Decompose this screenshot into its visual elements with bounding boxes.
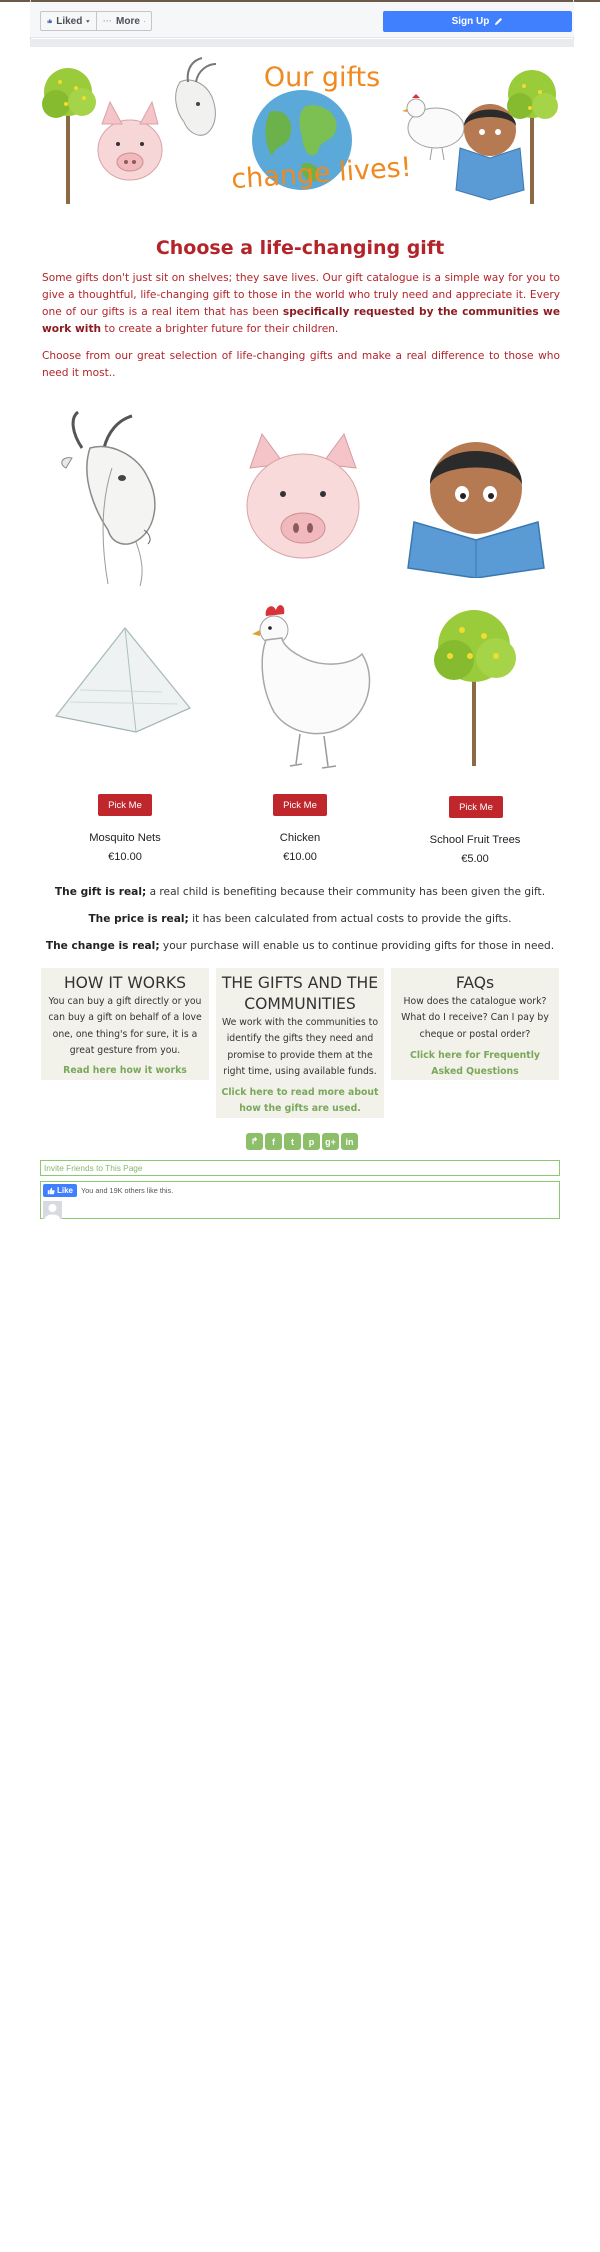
separator-band bbox=[30, 39, 574, 47]
caret-down-icon bbox=[143, 20, 145, 22]
linkedin-icon[interactable]: in bbox=[341, 1133, 358, 1150]
signup-label: Sign Up bbox=[451, 16, 490, 27]
signup-button[interactable]: Sign Up bbox=[383, 11, 572, 32]
pick-me-button-chicken[interactable]: Pick Me bbox=[273, 794, 327, 816]
like-label: Like bbox=[56, 1186, 73, 1195]
gift-price: €10.00 bbox=[283, 851, 317, 863]
pig-gift-image[interactable] bbox=[228, 428, 378, 578]
intro-paragraph: Some gifts don't just sit on shelves; th… bbox=[42, 270, 560, 338]
facebook-like-box: Like You and 19K others like this. bbox=[40, 1181, 560, 1219]
gift-price: €5.00 bbox=[461, 853, 489, 865]
statement-change-real: The change is real; your purchase will e… bbox=[40, 940, 560, 952]
goat-gift-image[interactable] bbox=[52, 408, 202, 588]
user-silhouette-icon bbox=[45, 1204, 60, 1219]
share-icons: ↱ f t p g+ in bbox=[246, 1133, 358, 1151]
statement-gift-real: The gift is real; a real child is benefi… bbox=[40, 886, 560, 898]
statement-text: it has been calculated from actual costs… bbox=[188, 913, 512, 925]
statement-text: a real child is benefiting because their… bbox=[146, 886, 546, 898]
reading-child-illustration bbox=[455, 104, 525, 201]
more-button[interactable]: ··· More bbox=[96, 11, 152, 31]
more-label: More bbox=[116, 15, 140, 27]
facebook-icon[interactable]: f bbox=[265, 1133, 282, 1150]
liked-label: Liked bbox=[56, 15, 83, 27]
goat-illustration bbox=[175, 57, 217, 136]
intro-paragraph-2: Choose from our great selection of life-… bbox=[42, 350, 560, 379]
page-title: Choose a life-changing gift bbox=[155, 237, 445, 259]
gift-name: Chicken bbox=[279, 832, 321, 844]
gift-name: Mosquito Nets bbox=[89, 832, 161, 844]
share-icon[interactable]: ↱ bbox=[246, 1133, 263, 1150]
gifts-communities-box: THE GIFTS AND THE COMMUNITIES We work wi… bbox=[216, 968, 384, 1118]
pig-illustration bbox=[97, 100, 163, 181]
ellipsis-icon: ··· bbox=[103, 16, 112, 26]
pick-me-button-fruit-trees[interactable]: Pick Me bbox=[449, 796, 503, 818]
how-it-works-link[interactable]: Read here how it works bbox=[45, 1063, 205, 1079]
statement-price-real: The price is real; it has been calculate… bbox=[40, 913, 560, 925]
chicken-gift-image[interactable] bbox=[230, 596, 378, 776]
caret-down-icon bbox=[86, 19, 90, 23]
hen-illustration-small bbox=[402, 94, 465, 161]
invite-friends-link[interactable]: Invite Friends to This Page bbox=[40, 1160, 560, 1176]
box-title: HOW IT WORKS bbox=[63, 974, 187, 992]
thumbs-up-icon bbox=[47, 18, 52, 24]
googleplus-icon[interactable]: g+ bbox=[322, 1133, 339, 1150]
box-title: THE GIFTS AND THE COMMUNITIES bbox=[221, 974, 379, 1014]
thumbs-up-icon bbox=[47, 1187, 55, 1194]
avatar[interactable] bbox=[43, 1201, 62, 1219]
reading-child-gift-image[interactable] bbox=[406, 418, 546, 578]
banner-title-line1: Our gifts bbox=[264, 62, 380, 93]
like-count-text: You and 19K others like this. bbox=[81, 1186, 174, 1195]
how-it-works-box: HOW IT WORKS You can buy a gift directly… bbox=[41, 968, 209, 1080]
twitter-icon[interactable]: t bbox=[284, 1133, 301, 1150]
box-text: We work with the communities to identify… bbox=[221, 1017, 379, 1077]
gift-price: €10.00 bbox=[108, 851, 142, 863]
pinterest-icon[interactable]: p bbox=[303, 1133, 320, 1150]
mosquito-net-gift-image[interactable] bbox=[50, 620, 200, 740]
gift-name: School Fruit Trees bbox=[429, 834, 521, 846]
faqs-box: FAQs How does the catalogue work? What d… bbox=[391, 968, 559, 1080]
facebook-page-bar: Liked ··· More Sign Up bbox=[30, 2, 574, 38]
tree-illustration-left bbox=[42, 68, 96, 204]
box-text: You can buy a gift directly or you can b… bbox=[48, 996, 202, 1056]
like-button[interactable]: Like bbox=[43, 1184, 77, 1197]
pick-me-button-mosquito-nets[interactable]: Pick Me bbox=[98, 794, 152, 816]
statement-bold: The change is real; bbox=[45, 940, 160, 952]
liked-button[interactable]: Liked bbox=[40, 11, 97, 31]
faq-link[interactable]: Click here for Frequently Asked Question… bbox=[395, 1048, 555, 1081]
statement-bold: The gift is real; bbox=[54, 886, 147, 898]
statement-text: your purchase will enable us to continue… bbox=[159, 940, 555, 952]
statement-bold: The price is real; bbox=[88, 913, 189, 925]
fruit-tree-gift-image[interactable] bbox=[424, 600, 524, 770]
gifts-used-link[interactable]: Click here to read more about how the gi… bbox=[220, 1085, 380, 1118]
pencil-icon bbox=[495, 18, 503, 25]
box-text: How does the catalogue work? What do I r… bbox=[401, 996, 549, 1040]
box-title: FAQs bbox=[455, 974, 495, 992]
gifts-banner: Our gifts change lives! bbox=[42, 57, 558, 204]
intro-text-end: to create a brighter future for their ch… bbox=[101, 322, 339, 335]
